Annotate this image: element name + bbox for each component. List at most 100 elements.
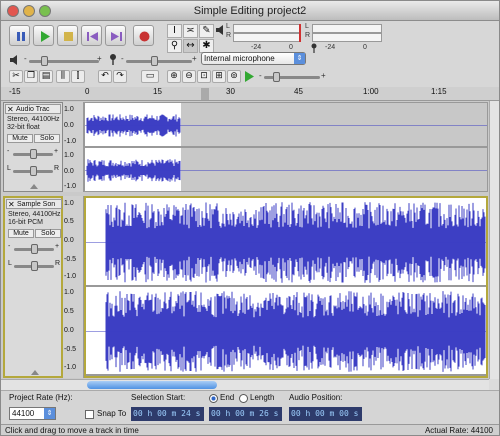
scale-label: 0.0 [64, 168, 74, 175]
solo-button[interactable]: Solo [35, 229, 61, 238]
fit-selection-button[interactable]: ⊡ [197, 70, 211, 83]
scale-label: -1.0 [64, 364, 77, 371]
gain-thumb[interactable] [31, 244, 38, 254]
pan-thumb[interactable] [30, 166, 37, 176]
copy-button[interactable]: ❐ [24, 70, 38, 83]
scrollbar-thumb[interactable] [87, 381, 217, 389]
play-button[interactable] [33, 25, 54, 46]
fit-project-button[interactable]: ⊞ [212, 70, 226, 83]
track-format: Stereo, 44100Hz [8, 211, 61, 218]
amplitude-scale: 1.0 0.0 -1.0 1.0 0.0 -1.0 [63, 102, 84, 192]
waveform-area[interactable] [84, 196, 488, 378]
envelope-tool-button[interactable]: ≍ [183, 24, 198, 38]
collapse-track-icon[interactable] [30, 184, 38, 189]
track-name-menu[interactable]: ✕ Sample Son [6, 199, 62, 209]
undo-button[interactable]: ↶ [98, 70, 112, 83]
sync-lock-button[interactable]: ▭ [141, 70, 159, 83]
project-rate-select[interactable]: 44100 ⇕ [9, 407, 56, 420]
playhead-marker[interactable] [201, 88, 209, 100]
paste-button[interactable]: ▤ [39, 70, 53, 83]
redo-button[interactable]: ↷ [113, 70, 127, 83]
meter-right-label: R [305, 32, 311, 39]
mute-button[interactable]: Mute [8, 229, 34, 238]
gain-minus-label: - [8, 243, 11, 250]
track-control-panel[interactable]: ✕ Audio Trac Stereo, 44100Hz 32-bit floa… [3, 102, 63, 192]
pan-right-label: R [55, 260, 61, 267]
snap-to-label: Snap To [97, 409, 127, 418]
pan-left-label: L [7, 165, 11, 172]
multi-tool-button[interactable]: ✱ [199, 39, 214, 53]
horizontal-scrollbar[interactable] [1, 379, 489, 390]
ruler-label: -15 [9, 87, 21, 96]
track-name: Audio Trac [16, 106, 50, 113]
record-icon [139, 31, 150, 42]
meter-left-label: L [226, 23, 230, 30]
zoom-tool-button[interactable]: ⚲ [167, 39, 182, 53]
play-speed-thumb[interactable] [273, 72, 280, 82]
length-radio[interactable] [239, 394, 248, 403]
draw-tool-button[interactable]: ✎ [199, 24, 214, 38]
playback-meter-right[interactable] [233, 33, 301, 42]
playback-meter-tick: 0 [289, 44, 293, 51]
gain-thumb[interactable] [30, 149, 37, 159]
record-meter-tick: -24 [325, 44, 336, 51]
skip-to-start-button[interactable] [81, 25, 102, 46]
ruler-label: 1:00 [363, 87, 379, 96]
cut-button[interactable]: ✂ [9, 70, 23, 83]
stop-button[interactable] [57, 25, 78, 46]
track-control-panel[interactable]: ✕ Sample Son Stereo, 44100Hz 16-bit PCM … [3, 196, 63, 378]
track-name-menu[interactable]: ✕ Audio Trac [5, 104, 61, 114]
clip-indicator [299, 24, 301, 42]
selection-start-label: Selection Start: [131, 393, 186, 402]
speaker-icon [10, 55, 17, 65]
paste-icon: ▤ [41, 71, 51, 81]
scale-label: 1.0 [64, 200, 74, 207]
pan-thumb[interactable] [31, 261, 38, 271]
input-volume-slider[interactable] [126, 60, 192, 63]
zoom-out-button[interactable]: ⊖ [182, 70, 196, 83]
end-radio[interactable] [209, 394, 218, 403]
silence-icon: ⫿ [76, 71, 80, 81]
snap-to-checkbox[interactable] [85, 410, 94, 419]
play-icon [41, 31, 50, 42]
selection-tool-button[interactable]: I [167, 24, 182, 38]
fit-project-icon: ⊞ [215, 71, 223, 81]
zoom-in-icon: ⊕ [170, 71, 178, 81]
play-at-speed-icon[interactable] [244, 71, 255, 82]
record-meter-left[interactable] [312, 24, 382, 33]
trim-button[interactable]: ⫼ [56, 70, 70, 83]
speed-plus-label: + [321, 71, 326, 80]
pause-button[interactable] [9, 25, 30, 46]
close-track-icon[interactable]: ✕ [7, 105, 14, 113]
input-device-select[interactable]: Internal microphone ⇕ [201, 52, 306, 65]
collapse-track-icon[interactable] [31, 370, 39, 375]
input-volume-thumb[interactable] [151, 56, 158, 66]
zoom-out-icon: ⊖ [185, 71, 193, 81]
close-track-icon[interactable]: ✕ [8, 200, 15, 208]
ruler-label: 45 [294, 87, 303, 96]
record-meter-right[interactable] [312, 33, 382, 42]
zoom-in-button[interactable]: ⊕ [167, 70, 181, 83]
audio-position-time[interactable]: 00 h 00 m 00 s [289, 407, 362, 421]
playback-meter-left[interactable] [233, 24, 301, 33]
output-volume-thumb[interactable] [41, 56, 48, 66]
playback-meter-tick: -24 [251, 44, 262, 51]
timeshift-tool-button[interactable]: ↔ [183, 39, 198, 53]
silence-button[interactable]: ⫿ [71, 70, 85, 83]
solo-button[interactable]: Solo [34, 134, 60, 143]
mute-button[interactable]: Mute [7, 134, 33, 143]
record-button[interactable] [133, 25, 154, 46]
waveform-area[interactable] [84, 102, 488, 192]
timeline-ruler[interactable]: -15 0 15 30 45 1:00 1:15 [1, 87, 499, 101]
zoom-toggle-button[interactable]: ⊚ [227, 70, 241, 83]
trim-icon: ⫼ [60, 71, 66, 81]
selection-toolbar: Project Rate (Hz): 44100 ⇕ Snap To Selec… [1, 390, 499, 424]
vertical-scrollbar[interactable] [489, 101, 499, 379]
selection-start-time[interactable]: 00 h 00 m 24 s [131, 407, 204, 421]
skip-to-end-button[interactable] [105, 25, 126, 46]
selection-end-time[interactable]: 00 h 00 m 26 s [209, 407, 282, 421]
output-volume-slider[interactable] [29, 60, 99, 63]
record-meter-tick: 0 [363, 44, 367, 51]
scale-label: 0.0 [64, 327, 74, 334]
end-radio-label: End [220, 393, 235, 402]
